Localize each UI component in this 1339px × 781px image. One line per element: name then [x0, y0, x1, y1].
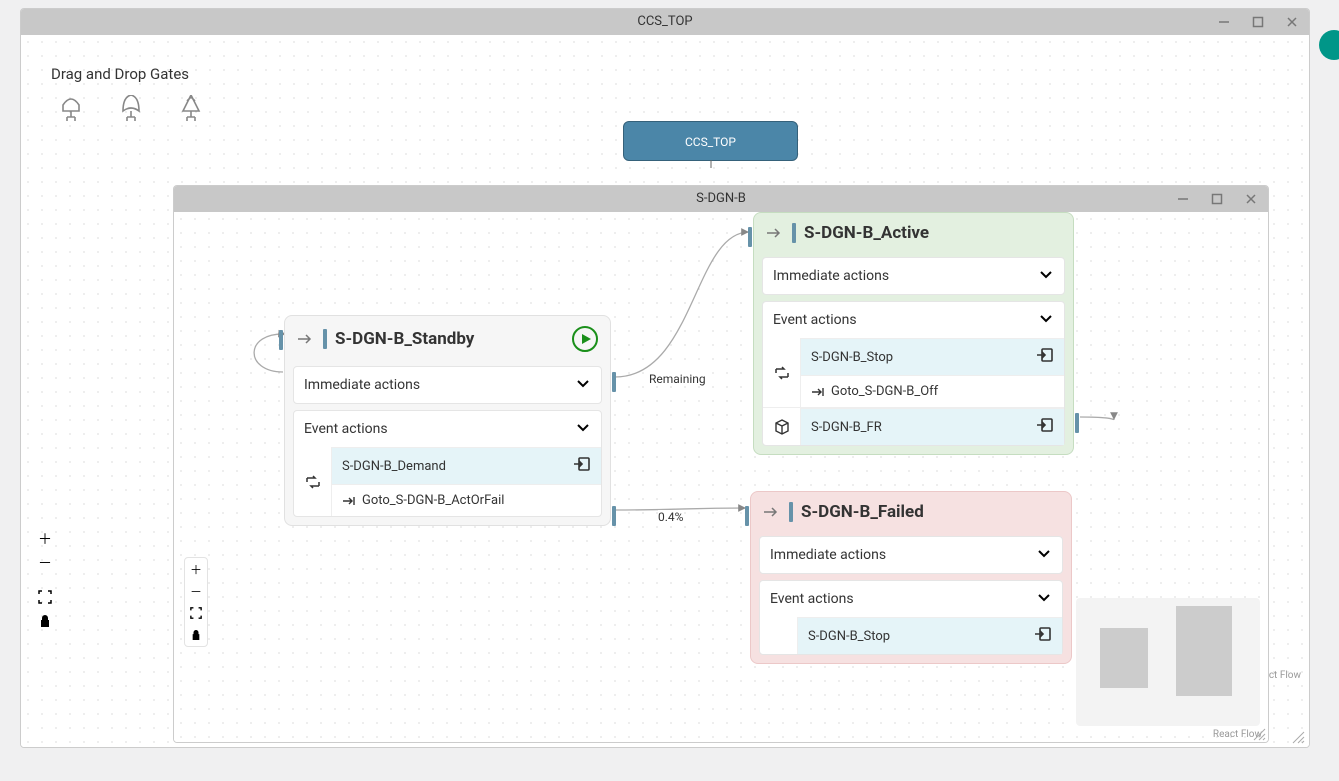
swap-icon [294, 447, 332, 516]
inner-canvas[interactable]: Remaining 0.4% S-DGN-B_Standby [174, 212, 1268, 742]
outer-lock-button[interactable] [33, 609, 57, 633]
state-marker [323, 329, 327, 349]
failed-immediate-section[interactable]: Immediate actions [759, 536, 1063, 574]
event-label: S-DGN-B_Demand [342, 459, 446, 474]
event-sub-label: Goto_S-DGN-B_Off [831, 384, 938, 399]
window-inner-title: S-DGN-B [696, 191, 746, 206]
state-node-failed[interactable]: S-DGN-B_Failed Immediate actions Event a… [750, 491, 1072, 664]
outer-zoom-controls: ＋ － [33, 527, 57, 633]
state-node-standby[interactable]: S-DGN-B_Standby Immediate actions Event [284, 315, 611, 526]
gate-and-icon[interactable] [56, 93, 86, 125]
gate-or-icon[interactable] [116, 93, 146, 125]
event-item[interactable]: S-DGN-B_Stop [801, 338, 1064, 375]
state-failed-title: S-DGN-B_Failed [801, 502, 924, 522]
event-sub-label: Goto_S-DGN-B_ActOrFail [362, 493, 504, 508]
minimap[interactable] [1076, 598, 1260, 726]
event-item[interactable]: S-DGN-B_Stop [798, 617, 1062, 654]
event-item[interactable]: S-DGN-B_FR [801, 408, 1064, 445]
window-outer-maximize-button[interactable] [1241, 9, 1275, 35]
event-item[interactable]: S-DGN-B_Demand [332, 447, 601, 484]
edge-label-remaining: Remaining [649, 372, 706, 386]
cube-icon [763, 408, 801, 445]
event-label: S-DGN-B_FR [811, 420, 882, 435]
enter-icon [573, 456, 591, 476]
inner-lock-button[interactable] [185, 624, 207, 646]
active-event-section[interactable]: Event actions S-DGN-B_Stop [762, 301, 1065, 446]
window-inner-maximize-button[interactable] [1200, 186, 1234, 212]
event-sub-item[interactable]: Goto_S-DGN-B_Off [801, 375, 1064, 407]
chevron-down-icon [575, 375, 591, 395]
event-label: S-DGN-B_Stop [811, 350, 893, 365]
port-out-bottom[interactable] [612, 506, 616, 526]
inner-zoom-controls: ＋ － [184, 557, 208, 647]
chevron-down-icon [1036, 545, 1052, 565]
inner-zoom-out-button[interactable]: － [185, 580, 207, 602]
window-outer: CCS_TOP Drag and Drop Gates [20, 8, 1310, 748]
inner-fit-view-button[interactable] [185, 602, 207, 624]
failed-event-section[interactable]: Event actions S-DGN-B_Stop [759, 580, 1063, 655]
section-title: Immediate actions [770, 547, 886, 563]
root-node-label: CCS_TOP [685, 135, 736, 149]
chevron-down-icon [1038, 266, 1054, 286]
port-out-top[interactable] [612, 372, 616, 392]
state-node-active[interactable]: S-DGN-B_Active Immediate actions Event a… [753, 212, 1074, 455]
gate-palette [56, 93, 206, 125]
section-title: Event actions [304, 421, 388, 437]
section-title: Event actions [770, 591, 854, 607]
event-sub-item[interactable]: Goto_S-DGN-B_ActOrFail [332, 484, 601, 516]
window-inner-minimize-button[interactable] [1166, 186, 1200, 212]
enter-icon [1036, 417, 1054, 437]
root-node[interactable]: CCS_TOP [623, 121, 798, 161]
outer-zoom-out-button[interactable]: － [33, 551, 57, 575]
section-title: Immediate actions [773, 268, 889, 284]
outer-canvas[interactable]: Drag and Drop Gates ＋ － [21, 35, 1309, 747]
standby-event-section[interactable]: Event actions S-DGN-B_Demand [293, 410, 602, 517]
state-active-title: S-DGN-B_Active [804, 223, 929, 243]
edge-label-percent: 0.4% [658, 510, 683, 524]
chevron-down-icon [1038, 310, 1054, 330]
window-inner: S-DGN-B [173, 185, 1269, 743]
outer-zoom-in-button[interactable]: ＋ [33, 527, 57, 551]
port-in[interactable] [745, 506, 749, 526]
window-outer-titlebar[interactable]: CCS_TOP [21, 9, 1309, 35]
inner-zoom-in-button[interactable]: ＋ [185, 558, 207, 580]
window-inner-close-button[interactable] [1234, 186, 1268, 212]
window-outer-minimize-button[interactable] [1207, 9, 1241, 35]
window-inner-titlebar[interactable]: S-DGN-B [174, 186, 1268, 212]
section-title: Immediate actions [304, 377, 420, 393]
chevron-down-icon [575, 419, 591, 439]
play-icon[interactable] [572, 326, 598, 352]
state-marker [792, 223, 796, 243]
enter-icon [1034, 626, 1052, 646]
enter-icon [1036, 347, 1054, 367]
chevron-down-icon [1036, 589, 1052, 609]
port-out[interactable] [1075, 413, 1079, 433]
state-marker [789, 502, 793, 522]
palette-title: Drag and Drop Gates [51, 65, 189, 83]
resize-handle-icon[interactable] [1252, 726, 1266, 740]
resize-handle-icon[interactable] [1291, 729, 1305, 743]
window-outer-title: CCS_TOP [637, 14, 692, 29]
standby-immediate-section[interactable]: Immediate actions [293, 366, 602, 404]
port-in[interactable] [748, 227, 752, 247]
active-immediate-section[interactable]: Immediate actions [762, 257, 1065, 295]
gate-vote-icon[interactable] [176, 93, 206, 125]
window-outer-close-button[interactable] [1275, 9, 1309, 35]
event-label: S-DGN-B_Stop [808, 629, 890, 644]
side-accent [1319, 30, 1339, 60]
outer-fit-view-button[interactable] [33, 585, 57, 609]
section-title: Event actions [773, 312, 857, 328]
state-standby-title: S-DGN-B_Standby [335, 329, 474, 349]
port-in[interactable] [279, 330, 283, 350]
swap-icon [763, 338, 801, 407]
